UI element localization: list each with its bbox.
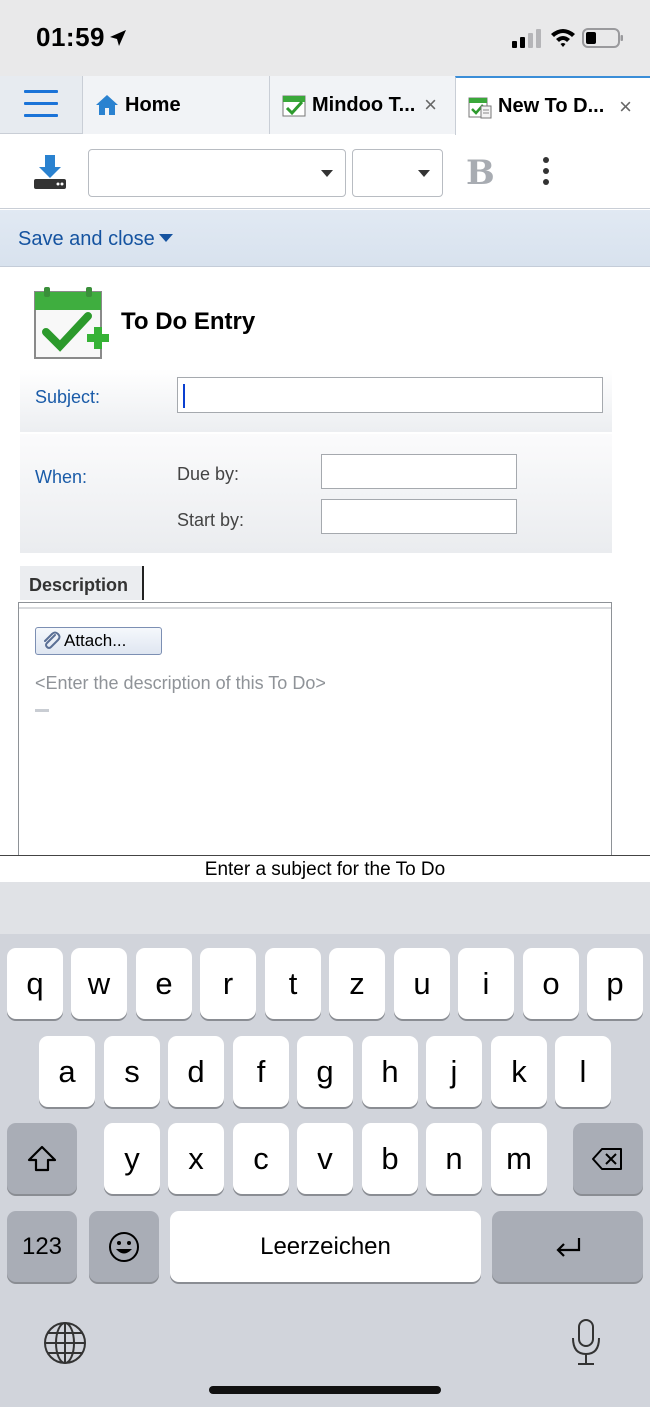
key-g[interactable]: g: [297, 1036, 353, 1107]
key-v[interactable]: v: [297, 1123, 353, 1194]
font-size-select[interactable]: [352, 149, 443, 197]
key-k[interactable]: k: [491, 1036, 547, 1107]
due-by-label: Due by:: [177, 464, 240, 484]
key-n[interactable]: n: [426, 1123, 482, 1194]
start-by-field[interactable]: [321, 499, 517, 534]
key-f[interactable]: f: [233, 1036, 289, 1107]
subject-hint: Enter a subject for the To Do: [0, 855, 650, 882]
menu-line: [24, 90, 58, 93]
emoji-icon: [109, 1231, 139, 1262]
home-indicator[interactable]: [209, 1386, 441, 1394]
more-options-icon[interactable]: [540, 157, 552, 189]
onscreen-keyboard: q w e r t z u i o p a s d f g h j k l y …: [0, 882, 650, 1407]
key-u[interactable]: u: [394, 948, 450, 1019]
cellular-signal-icon: [512, 29, 541, 48]
tab-label: Home: [125, 93, 181, 116]
chevron-down-icon: [418, 170, 430, 177]
description-placeholder: <Enter the description of this To Do>: [35, 673, 326, 693]
tab-label: Mindoo T...: [312, 93, 416, 116]
return-icon: [555, 1237, 580, 1257]
key-h[interactable]: h: [362, 1036, 418, 1107]
wifi-icon: [551, 29, 575, 47]
key-i[interactable]: i: [458, 948, 514, 1019]
key-o[interactable]: o: [523, 948, 579, 1019]
subject-label: Subject:: [35, 387, 101, 407]
key-s[interactable]: s: [104, 1036, 160, 1107]
description-editor[interactable]: Attach... <Enter the description of this…: [18, 602, 612, 855]
key-m[interactable]: m: [491, 1123, 547, 1194]
delete-key[interactable]: [573, 1123, 643, 1194]
key-c[interactable]: c: [233, 1123, 289, 1194]
key-w[interactable]: w: [71, 948, 127, 1019]
bold-button[interactable]: B: [466, 153, 495, 193]
status-time: 01:59: [36, 22, 105, 52]
globe-icon[interactable]: [42, 1320, 88, 1366]
attach-label: Attach...: [64, 631, 127, 650]
shift-key[interactable]: [7, 1123, 77, 1194]
start-by-label: Start by:: [177, 510, 245, 530]
close-icon[interactable]: ×: [619, 94, 632, 120]
save-and-close-label: Save and close: [18, 228, 155, 250]
location-arrow-icon: [110, 30, 126, 46]
due-by-field[interactable]: [321, 454, 517, 489]
emoji-key[interactable]: [89, 1211, 159, 1282]
key-t[interactable]: t: [265, 948, 321, 1019]
tab-home[interactable]: Home: [82, 76, 269, 134]
subject-input[interactable]: [177, 377, 603, 413]
tab-label: New To D...: [498, 95, 605, 117]
subject-row: Subject:: [20, 369, 612, 432]
backspace-icon: [592, 1147, 622, 1170]
shift-icon: [27, 1145, 57, 1171]
paperclip-icon: [44, 631, 61, 649]
numbers-key[interactable]: 123: [7, 1211, 77, 1282]
close-icon[interactable]: ×: [424, 92, 437, 118]
status-bar: 01:59: [0, 0, 650, 76]
action-bar: Save and close: [0, 210, 650, 267]
tab-new-todo[interactable]: New To D... ×: [455, 76, 650, 135]
return-key[interactable]: [492, 1211, 643, 1282]
key-y[interactable]: y: [104, 1123, 160, 1194]
key-l[interactable]: l: [555, 1036, 611, 1107]
dot: [543, 157, 549, 163]
placeholder-dash: [35, 709, 49, 712]
editor-toolbar: B: [0, 135, 650, 209]
microphone-icon[interactable]: [566, 1316, 606, 1368]
dropdown-arrow-icon[interactable]: [158, 233, 173, 242]
space-key[interactable]: Leerzeichen: [170, 1211, 481, 1282]
description-tab[interactable]: Description: [20, 566, 144, 600]
download-icon[interactable]: [32, 153, 68, 191]
when-row: When: Due by: Start by:: [20, 434, 612, 553]
menu-button[interactable]: [24, 90, 58, 120]
save-and-close-button[interactable]: Save and close: [18, 228, 173, 251]
home-icon: [96, 95, 118, 115]
new-todo-icon: [468, 97, 492, 118]
editor-divider: [19, 607, 611, 609]
attach-button[interactable]: Attach...: [35, 627, 162, 655]
tab-bar: Home Mindoo T... × New To D... ×: [0, 76, 650, 135]
chevron-down-icon: [321, 170, 333, 177]
font-family-select[interactable]: [88, 149, 346, 197]
battery-icon: [582, 28, 623, 48]
key-q[interactable]: q: [7, 948, 63, 1019]
dot: [543, 179, 549, 185]
menu-line: [24, 114, 58, 117]
todo-calendar-icon: [282, 95, 306, 117]
key-e[interactable]: e: [136, 948, 192, 1019]
key-d[interactable]: d: [168, 1036, 224, 1107]
key-z[interactable]: z: [329, 948, 385, 1019]
dot: [543, 168, 549, 174]
key-p[interactable]: p: [587, 948, 643, 1019]
when-label: When:: [35, 467, 88, 487]
key-x[interactable]: x: [168, 1123, 224, 1194]
key-r[interactable]: r: [200, 948, 256, 1019]
key-j[interactable]: j: [426, 1036, 482, 1107]
text-cursor: [183, 384, 185, 408]
form-title: To Do Entry: [121, 308, 256, 335]
todo-entry-icon: [34, 287, 109, 359]
keyboard-accessory-bar: [0, 882, 650, 934]
tab-mindoo[interactable]: Mindoo T... ×: [269, 76, 455, 134]
key-a[interactable]: a: [39, 1036, 95, 1107]
menu-line: [24, 102, 58, 105]
key-b[interactable]: b: [362, 1123, 418, 1194]
